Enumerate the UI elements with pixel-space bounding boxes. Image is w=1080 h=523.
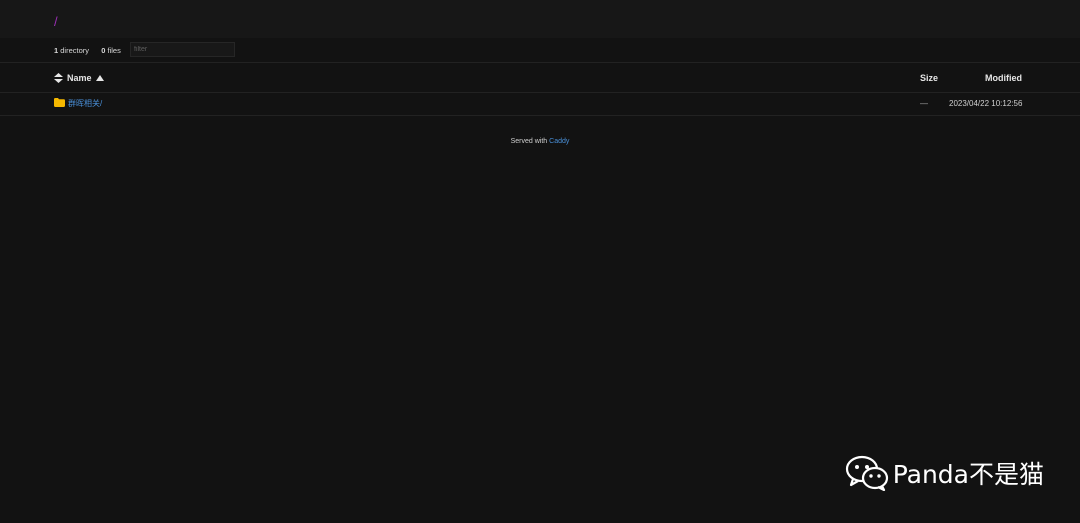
item-counts: 1 directory 0 files (54, 46, 121, 55)
watermark-text: Panda不是猫 (892, 460, 1044, 489)
table-row: 群晖相关/ — 2023/04/22 10:12:56 (0, 93, 1080, 116)
folder-link[interactable]: 群晖相关/ (54, 98, 102, 109)
breadcrumb-root-link[interactable]: / (54, 14, 58, 30)
header-bar: / (0, 0, 1080, 38)
size-column-header[interactable]: Size (920, 73, 938, 83)
name-column-header[interactable]: Name (54, 73, 104, 83)
caddy-link[interactable]: Caddy (549, 138, 569, 145)
listing-summary: 1 directory 0 files (0, 38, 1080, 63)
sort-toggle-icon[interactable] (54, 73, 63, 83)
sort-ascending-icon (95, 75, 104, 81)
file-browser-page: / 1 directory 0 files Name (0, 0, 1080, 523)
modified-column-header[interactable]: Modified (985, 73, 1022, 83)
directory-count: 1 (54, 46, 59, 55)
row-modified: 2023/04/22 10:12:56 (949, 99, 1023, 108)
directory-label: directory (60, 46, 90, 55)
footer: Served with Caddy (0, 138, 1080, 145)
table-header: Name Size Modified (0, 63, 1080, 93)
filter-input[interactable] (130, 42, 235, 57)
file-count: 0 (101, 46, 106, 55)
footer-prefix: Served with (510, 138, 548, 145)
name-column-label[interactable]: Name (67, 73, 92, 83)
row-size: — (920, 99, 928, 108)
watermark: Panda不是猫 (845, 455, 1044, 491)
folder-name[interactable]: 群晖相关/ (68, 98, 102, 109)
file-label: files (107, 46, 121, 55)
wechat-icon (845, 455, 889, 491)
folder-icon (54, 98, 65, 109)
